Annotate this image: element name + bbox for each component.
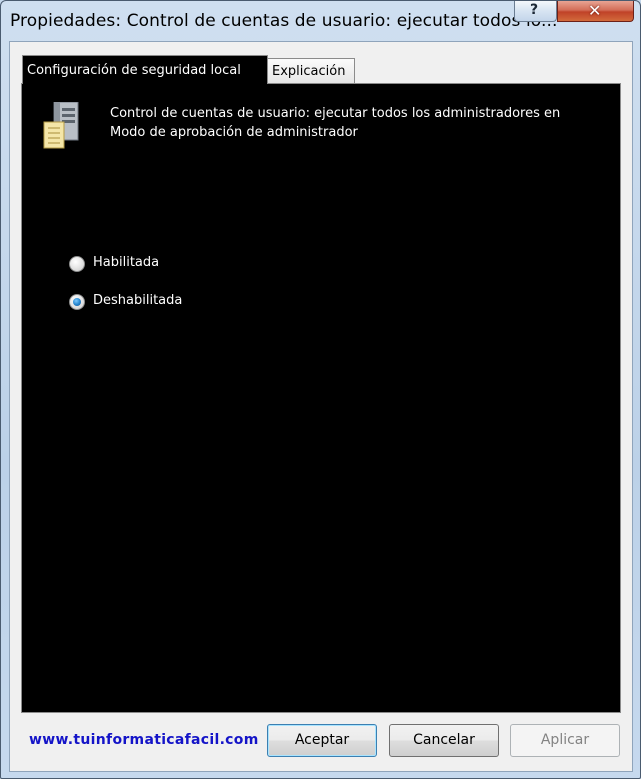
- cancel-button[interactable]: Cancelar: [389, 724, 499, 757]
- close-button[interactable]: ✕: [557, 1, 634, 22]
- tab-explain[interactable]: Explicación: [267, 58, 355, 84]
- radio-enabled[interactable]: [69, 256, 85, 272]
- radio-disabled[interactable]: [69, 294, 85, 310]
- server-icon: [43, 102, 79, 149]
- help-button[interactable]: ?: [514, 1, 557, 22]
- tab-panel: Control de cuentas de usuario: ejecutar …: [21, 83, 621, 713]
- policy-description: Control de cuentas de usuario: ejecutar …: [110, 106, 561, 140]
- window-title: Propiedades: Control de cuentas de usuar…: [10, 11, 558, 31]
- ok-button[interactable]: Aceptar: [267, 724, 377, 757]
- tab-local-security-setting[interactable]: Configuración de seguridad local: [22, 55, 268, 84]
- help-icon: ?: [530, 2, 539, 18]
- dialog-body: Configuración de seguridad local Explica…: [9, 41, 633, 772]
- watermark-text: www.tuinformaticafacil.com: [29, 732, 259, 748]
- close-icon: ✕: [588, 1, 602, 20]
- properties-dialog: Propiedades: Control de cuentas de usuar…: [0, 0, 641, 779]
- option-enabled-label[interactable]: Habilitada: [93, 255, 159, 270]
- apply-button[interactable]: Aplicar: [510, 724, 620, 757]
- option-disabled-label[interactable]: Deshabilitada: [93, 293, 182, 308]
- title-bar[interactable]: Propiedades: Control de cuentas de usuar…: [1, 1, 640, 41]
